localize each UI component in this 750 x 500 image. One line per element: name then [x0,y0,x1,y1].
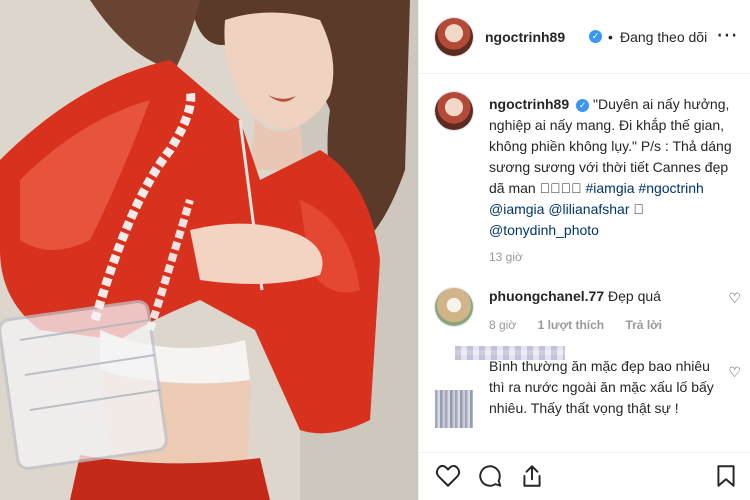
comment-text: Đẹp quá [608,288,661,304]
comment-time: 8 giờ [489,318,517,332]
instagram-post: ngoctrinh89 ✓ • Đang theo dõi ⋯ ngoctrin… [0,0,750,500]
post-caption: ngoctrinh89 ✓ "Duyên ai nấy hưởng, nghiệp… [489,94,739,241]
comment-likes-link[interactable]: 1 lượt thích [538,318,605,332]
comment-meta: 8 giờ 1 lượt thích Trả lời [489,318,680,332]
caption-time: 13 giờ [489,250,523,264]
post-sidebar: ngoctrinh89 ✓ • Đang theo dõi ⋯ ngoctrin… [418,0,750,500]
commenter-username[interactable]: phuongchanel.77 [489,288,604,304]
share-icon[interactable] [519,463,545,489]
comment-text: Bình thường ăn mặc đẹp bao nhiêu thì ra … [489,358,714,416]
verified-badge-icon: ✓ [589,30,602,43]
comment-like-heart-icon[interactable]: ♡ [728,290,741,307]
reply-button[interactable]: Trả lời [625,318,662,332]
comment-body: phuongchanel.77 Đẹp quá [489,286,719,306]
verified-badge-icon: ✓ [576,99,590,112]
mention-lilianafshar[interactable]: @lilianafshar [548,201,629,217]
author-username[interactable]: ngoctrinh89 [485,29,565,45]
heart-icon[interactable] [435,463,461,489]
comment-like-heart-icon[interactable]: ♡ [728,364,741,381]
photo-illustration [0,0,418,500]
hashtag-ngoctrinh[interactable]: #ngoctrinh [638,180,703,196]
pixelated-avatar [435,390,473,428]
mention-tonydinh-photo[interactable]: @tonydinh_photo [489,222,599,238]
more-horizontal-icon[interactable]: ⋯ [716,24,739,46]
action-bar [419,452,750,500]
caption-username[interactable]: ngoctrinh89 [489,96,569,112]
bookmark-icon[interactable] [713,463,739,489]
post-photo[interactable] [0,0,418,500]
hashtag-iamgia[interactable]: #iamgia [585,180,634,196]
post-header: ngoctrinh89 ✓ • Đang theo dõi ⋯ [419,0,750,74]
author-avatar[interactable] [435,18,473,56]
mention-iamgia[interactable]: @iamgia [489,201,544,217]
commenter-avatar[interactable] [435,288,473,326]
comment-item: phuongchanel.77 Đẹp quá ♡ 8 giờ 1 lượt t… [419,284,750,344]
caption-author-avatar[interactable] [435,92,473,130]
follow-status-button[interactable]: Đang theo dõi [620,29,707,45]
separator-dot: • [608,29,613,45]
comment-item: Bình thường ăn mặc đẹp bao nhiêu thì ra … [419,346,750,446]
comment-icon[interactable] [477,463,503,489]
